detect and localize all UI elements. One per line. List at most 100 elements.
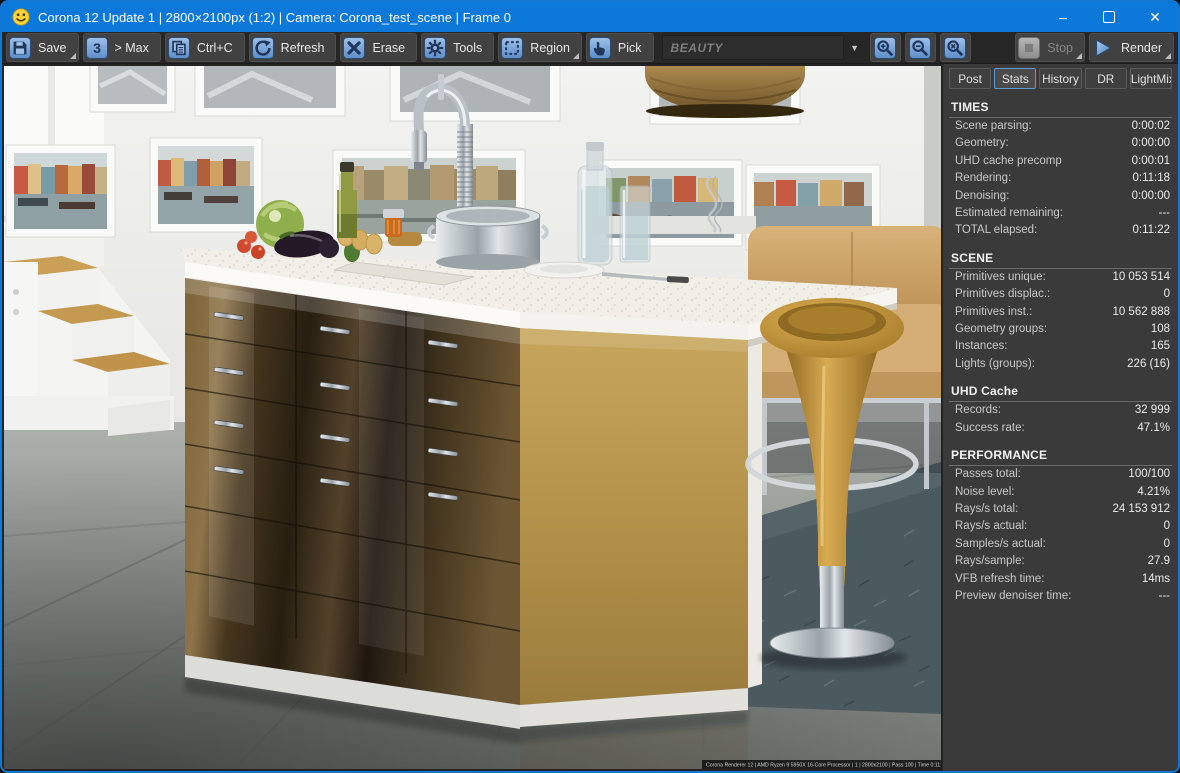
stat-value: 47.1% [1137,421,1170,434]
tab-dr[interactable]: DR [1084,68,1127,89]
drinking-glass [619,185,651,263]
stop-button[interactable]: Stop [1015,33,1085,62]
erase-label: Erase [372,40,406,55]
stats-panel: Post Stats History DR LightMix TIMES Scene pa… [943,64,1178,771]
render-viewport[interactable]: Corona Renderer 12 | AMD Ryzen 9 5950X 1… [2,64,943,771]
tab-stats[interactable]: Stats [994,68,1037,89]
tab-lightmix[interactable]: LightMix [1129,68,1173,89]
stat-row: Primitives displac.: 0 [949,286,1172,303]
stat-value: 24 153 912 [1112,502,1170,515]
stat-value: 0 [1163,288,1170,301]
stat-row: TOTAL elapsed: 0:11:22 [949,222,1172,239]
floppy-icon [9,36,31,59]
section-header: TIMES [949,98,1172,118]
stat-label: Primitives inst.: [955,305,1033,318]
region-button[interactable]: Region [498,33,582,62]
zoom-out-icon [909,36,932,59]
stat-row: Scene parsing: 0:00:02 [949,118,1172,135]
stat-label: Geometry: [955,137,1009,150]
stat-row: Success rate: 47.1% [949,420,1172,437]
hand-pick-icon [588,36,611,59]
stat-row: Records: 32 999 [949,402,1172,419]
tools-button[interactable]: Tools [421,33,495,62]
stat-value: 0:00:01 [1131,154,1170,167]
stat-row: Lights (groups): 226 (16) [949,356,1172,373]
stats-sections: TIMES Scene parsing: 0:00:02 Geometry: 0:00:… [949,98,1172,605]
stat-value: 0:00:00 [1131,137,1170,150]
copy-label: Ctrl+C [196,40,233,55]
rendered-image: Corona Renderer 12 | AMD Ryzen 9 5950X 1… [4,66,941,769]
tab-post[interactable]: Post [949,68,992,89]
render-button[interactable]: Render [1089,33,1174,62]
channel-select[interactable]: BEAUTY ▼ [661,35,866,60]
stat-label: Rendering: [955,172,1012,185]
max-button[interactable]: 3 > Max [82,33,161,62]
stat-label: Rays/s total: [955,502,1019,515]
stat-row: UHD cache precomp 0:00:01 [949,153,1172,170]
save-button[interactable]: Save [6,33,79,62]
stat-value: 14ms [1141,572,1170,585]
stat-value: 0:11:22 [1132,224,1170,237]
maximize-button[interactable] [1086,2,1132,32]
channel-field[interactable]: BEAUTY [661,35,844,60]
watermark-text: Corona Renderer 12 | AMD Ryzen 9 5950X 1… [706,763,941,769]
refresh-button[interactable]: Refresh [248,33,337,62]
render-watermark: Corona Renderer 12 | AMD Ryzen 9 5950X 1… [702,760,941,769]
stat-row: Rendering: 0:11:18 [949,170,1172,187]
corona-vfb-window: Corona 12 Update 1 | 2800×2100px (1:2) |… [0,0,1180,773]
stat-row: Estimated remaining: --- [949,205,1172,222]
stat-label: Success rate: [955,421,1025,434]
stat-row: Primitives inst.: 10 562 888 [949,304,1172,321]
stat-row: Rays/sample: 27.9 [949,553,1172,570]
stat-label: Scene parsing: [955,120,1032,132]
pick-button[interactable]: Pick [585,33,654,62]
stat-value: 165 [1150,340,1170,353]
copy-button[interactable]: Ctrl+C [164,33,245,62]
stat-row: Noise level: 4.21% [949,484,1172,501]
refresh-label: Refresh [280,40,325,55]
stat-row: Instances: 165 [949,338,1172,355]
copy-icon [167,36,190,59]
stat-label: Preview denoiser time: [955,589,1072,602]
minimize-button[interactable]: – [1040,2,1086,32]
stat-row: Samples/s actual: 0 [949,536,1172,553]
tools-label: Tools [453,40,483,55]
stat-value: 4.21% [1137,485,1170,498]
stat-value: 0:00:02 [1131,120,1170,132]
stat-value: 108 [1150,323,1170,336]
zoom-reset-button[interactable] [939,33,971,62]
stat-row: Passes total: 100/100 [949,466,1172,483]
erase-button[interactable]: Erase [340,33,418,62]
stop-icon [1018,36,1041,59]
stats-tabs: Post Stats History DR LightMix [949,68,1173,89]
stat-label: Rays/s actual: [955,520,1028,533]
zoom-in-button[interactable] [869,33,901,62]
zoom-out-button[interactable] [904,33,936,62]
stat-row: Denoising: 0:00:00 [949,188,1172,205]
stop-label: Stop [1047,40,1073,55]
stat-row: Rays/s total: 24 153 912 [949,501,1172,518]
stat-label: TOTAL elapsed: [955,224,1038,237]
chevron-down-icon[interactable]: ▼ [844,35,866,60]
stat-row: Preview denoiser time: --- [949,588,1172,605]
stat-row: Rays/s actual: 0 [949,518,1172,535]
sideboard [592,216,756,234]
stat-row: VFB refresh time: 14ms [949,571,1172,588]
spice-jar [383,209,404,237]
pick-label: Pick [617,40,642,55]
stat-value: 226 (16) [1127,357,1170,370]
number-3-icon: 3 [85,36,108,59]
close-button[interactable]: ✕ [1132,2,1178,32]
stat-value: 10 053 514 [1112,270,1170,283]
stat-value: --- [1158,589,1171,602]
app-smiley-icon [12,8,30,26]
x-icon [343,36,366,59]
gold-end-panel [520,328,748,705]
stat-label: Noise level: [955,485,1015,498]
pendant-lamp [645,66,805,118]
stat-value: 0:00:00 [1131,189,1170,202]
title-bar[interactable]: Corona 12 Update 1 | 2800×2100px (1:2) |… [2,2,1178,32]
stat-label: Passes total: [955,468,1021,481]
tab-history[interactable]: History [1039,68,1082,89]
stat-label: UHD cache precomp [955,154,1062,167]
